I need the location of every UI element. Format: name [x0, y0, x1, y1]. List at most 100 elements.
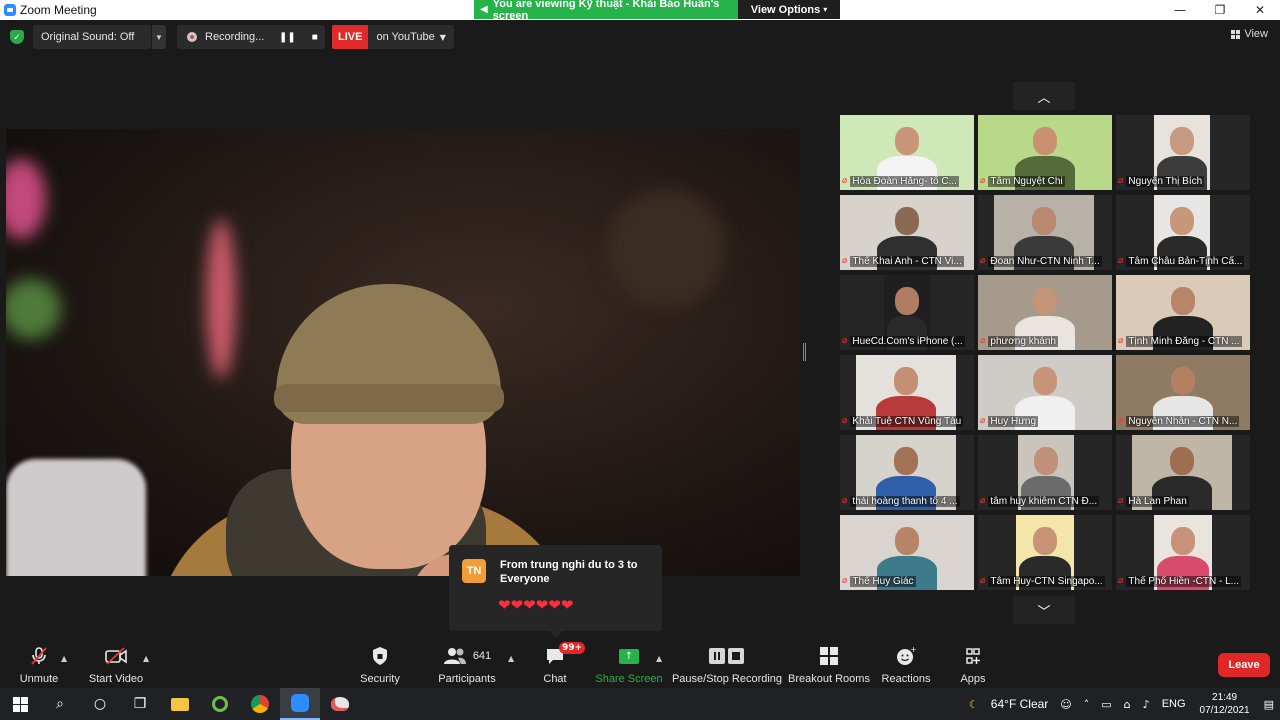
participant-face: [1034, 447, 1058, 475]
notifications-icon[interactable]: ▤: [1258, 698, 1280, 711]
participant-name: Thể Huy Giác: [850, 575, 916, 587]
original-sound-button[interactable]: Original Sound: Off: [33, 25, 151, 49]
participant-face: [895, 207, 919, 235]
zoom-taskbar-icon[interactable]: [280, 688, 320, 720]
chat-sender-avatar: TN: [462, 559, 486, 583]
participant-tile[interactable]: ⌀ Tâm Châu Bản-Tịnh Cẩ...: [1116, 195, 1250, 270]
cortana-icon[interactable]: ○: [80, 688, 120, 720]
view-button[interactable]: View: [1231, 28, 1268, 40]
participant-face: [894, 367, 918, 395]
participant-face: [1171, 287, 1195, 315]
start-button[interactable]: [0, 688, 40, 720]
chat-label: Chat: [543, 673, 567, 685]
background-light: [606, 189, 726, 309]
participants-label: Participants: [438, 673, 496, 685]
green-app-icon[interactable]: [200, 688, 240, 720]
participant-tile[interactable]: ⌀ tâm huy khiêm CTN Đ...: [978, 435, 1112, 510]
participant-face: [1032, 207, 1056, 235]
participant-name-label: ⌀ Hà Lan Phan: [1118, 494, 1248, 508]
participant-tile[interactable]: ⌀ Hà Lan Phan: [1116, 435, 1250, 510]
weather-moon-icon: ☾: [968, 697, 979, 711]
pause-stop-recording-button[interactable]: Pause/Stop Recording: [672, 644, 782, 685]
muted-microphone-icon: ⌀: [1118, 256, 1124, 266]
pause-stop-icon: [709, 644, 745, 668]
participant-tile[interactable]: ⌀ phương khánh: [978, 275, 1112, 350]
participant-tile[interactable]: ⌀ Khải Tuệ CTN Vũng Tàu: [840, 355, 974, 430]
participant-tile[interactable]: ⌀ Tâm Huy-CTN Singapo...: [978, 515, 1112, 590]
toast-pointer: [549, 631, 563, 638]
participant-tile[interactable]: ⌀ Thể Khai Anh - CTN Vi...: [840, 195, 974, 270]
participant-tile[interactable]: ⌀ HueCd.Com's iPhone (...: [840, 275, 974, 350]
show-hidden-icons-chevron[interactable]: ˄: [1078, 698, 1096, 711]
participant-tile[interactable]: ⌀ Đoan Như-CTN Ninh T...: [978, 195, 1112, 270]
participant-face: [1171, 527, 1195, 555]
system-tray: ☾ 64°F Clear ☺ ˄ ▭ ⌂ ♪ ENG 21:49 07/12/2…: [963, 688, 1280, 720]
chat-notification-toast[interactable]: TN From trung nghi du to 3 to Everyone ❤…: [449, 545, 662, 638]
participant-tile[interactable]: ⌀ Huy Hưng: [978, 355, 1112, 430]
taskbar-clock[interactable]: 21:49 07/12/2021: [1192, 691, 1258, 717]
search-icon[interactable]: ⌕: [40, 688, 80, 720]
participant-name-label: ⌀ Thể Khai Anh - CTN Vi...: [842, 254, 972, 268]
zoom-app-icon: [4, 4, 16, 16]
participant-face: [1033, 527, 1057, 555]
close-button[interactable]: ✕: [1240, 0, 1280, 20]
participant-tile[interactable]: ⌀ thái hoàng thanh tổ 4 ...: [840, 435, 974, 510]
apps-label: Apps: [960, 673, 986, 685]
participant-name-label: ⌀ Đoan Như-CTN Ninh T...: [980, 254, 1110, 268]
minimize-button[interactable]: —: [1160, 0, 1200, 20]
share-screen-button[interactable]: ↑ Share Screen: [584, 644, 674, 685]
maximize-button[interactable]: ❐: [1200, 0, 1240, 20]
breakout-rooms-label: Breakout Rooms: [788, 673, 870, 685]
pause-recording-icon[interactable]: ❚❚: [279, 32, 296, 43]
start-video-button[interactable]: Start Video: [71, 644, 161, 685]
encryption-shield-icon[interactable]: ✓: [10, 30, 24, 44]
participant-tile[interactable]: ⌀ Nguyễn Nhẫn - CTN N...: [1116, 355, 1250, 430]
volume-icon[interactable]: ♪: [1137, 698, 1156, 711]
live-badge: LIVE: [332, 25, 369, 49]
audio-options-chevron-icon[interactable]: ▲: [61, 654, 67, 663]
windows-taskbar: ⌕ ○ ❐ ☾ 64°F Clear ☺ ˄ ▭ ⌂ ♪ ENG 21:49 0…: [0, 688, 1280, 720]
chrome-icon[interactable]: [240, 688, 280, 720]
gallery-page-down-button[interactable]: ﹀: [1013, 596, 1075, 624]
grid-view-icon: [1231, 29, 1241, 39]
participant-name-label: ⌀ Tâm Châu Bản-Tịnh Cẩ...: [1118, 254, 1248, 268]
people-icon[interactable]: ☺: [1054, 698, 1077, 711]
participant-tile[interactable]: ⌀ Hòa Đoàn Hằng- tổ C...: [840, 115, 974, 190]
participants-button[interactable]: 641 Participants: [422, 644, 512, 685]
muted-microphone-icon: ⌀: [980, 336, 986, 346]
language-indicator[interactable]: ENG: [1156, 698, 1192, 710]
participant-tile[interactable]: ⌀ Nguyễn Thị Bích: [1116, 115, 1250, 190]
live-stream-target-button[interactable]: on YouTube ▼: [368, 25, 454, 49]
task-view-icon[interactable]: ❐: [120, 688, 160, 720]
share-options-chevron-icon[interactable]: ▲: [656, 654, 662, 663]
video-options-chevron-icon[interactable]: ▲: [143, 654, 149, 663]
muted-microphone-icon: ⌀: [1118, 176, 1124, 186]
original-sound-chevron-icon[interactable]: ▼: [152, 25, 166, 49]
speaker-icon: ◀: [480, 4, 488, 15]
participant-tile[interactable]: ⌀ Thể Huy Giác: [840, 515, 974, 590]
stop-recording-icon[interactable]: ■: [312, 32, 318, 43]
apps-icon: [963, 644, 983, 668]
participant-tile[interactable]: ⌀ Tâm Nguyệt Chi: [978, 115, 1112, 190]
battery-icon[interactable]: ▭: [1095, 698, 1117, 711]
muted-microphone-icon: ⌀: [1118, 336, 1124, 346]
leave-button[interactable]: Leave: [1218, 653, 1270, 677]
participant-tile[interactable]: ⌀ Tịnh Minh Đăng - CTN ...: [1116, 275, 1250, 350]
participant-name-label: ⌀ Thể Huy Giác: [842, 574, 972, 588]
meeting-topbar: ✓ Original Sound: Off ▼ Recording... ❚❚ …: [0, 20, 1280, 54]
muted-microphone-icon: ⌀: [980, 256, 986, 266]
security-button[interactable]: Security: [335, 644, 425, 685]
participant-tile[interactable]: ⌀ Thể Phổ Hiền -CTN - L...: [1116, 515, 1250, 590]
participant-name-label: ⌀ Nguyễn Nhẫn - CTN N...: [1118, 414, 1248, 428]
participant-name-label: ⌀ Nguyễn Thị Bích: [1118, 174, 1248, 188]
paint-app-icon[interactable]: [320, 688, 360, 720]
background-flower: [6, 159, 46, 239]
file-explorer-icon[interactable]: [160, 688, 200, 720]
apps-button[interactable]: Apps: [928, 644, 1018, 685]
view-options-button[interactable]: View Options ▾: [738, 0, 840, 19]
weather-text[interactable]: 64°F Clear: [985, 697, 1055, 711]
panel-resize-handle[interactable]: [803, 343, 806, 361]
participant-name-label: ⌀ Tịnh Minh Đăng - CTN ...: [1118, 334, 1248, 348]
gallery-page-up-button[interactable]: ︿: [1013, 82, 1075, 110]
network-icon[interactable]: ⌂: [1118, 698, 1137, 711]
